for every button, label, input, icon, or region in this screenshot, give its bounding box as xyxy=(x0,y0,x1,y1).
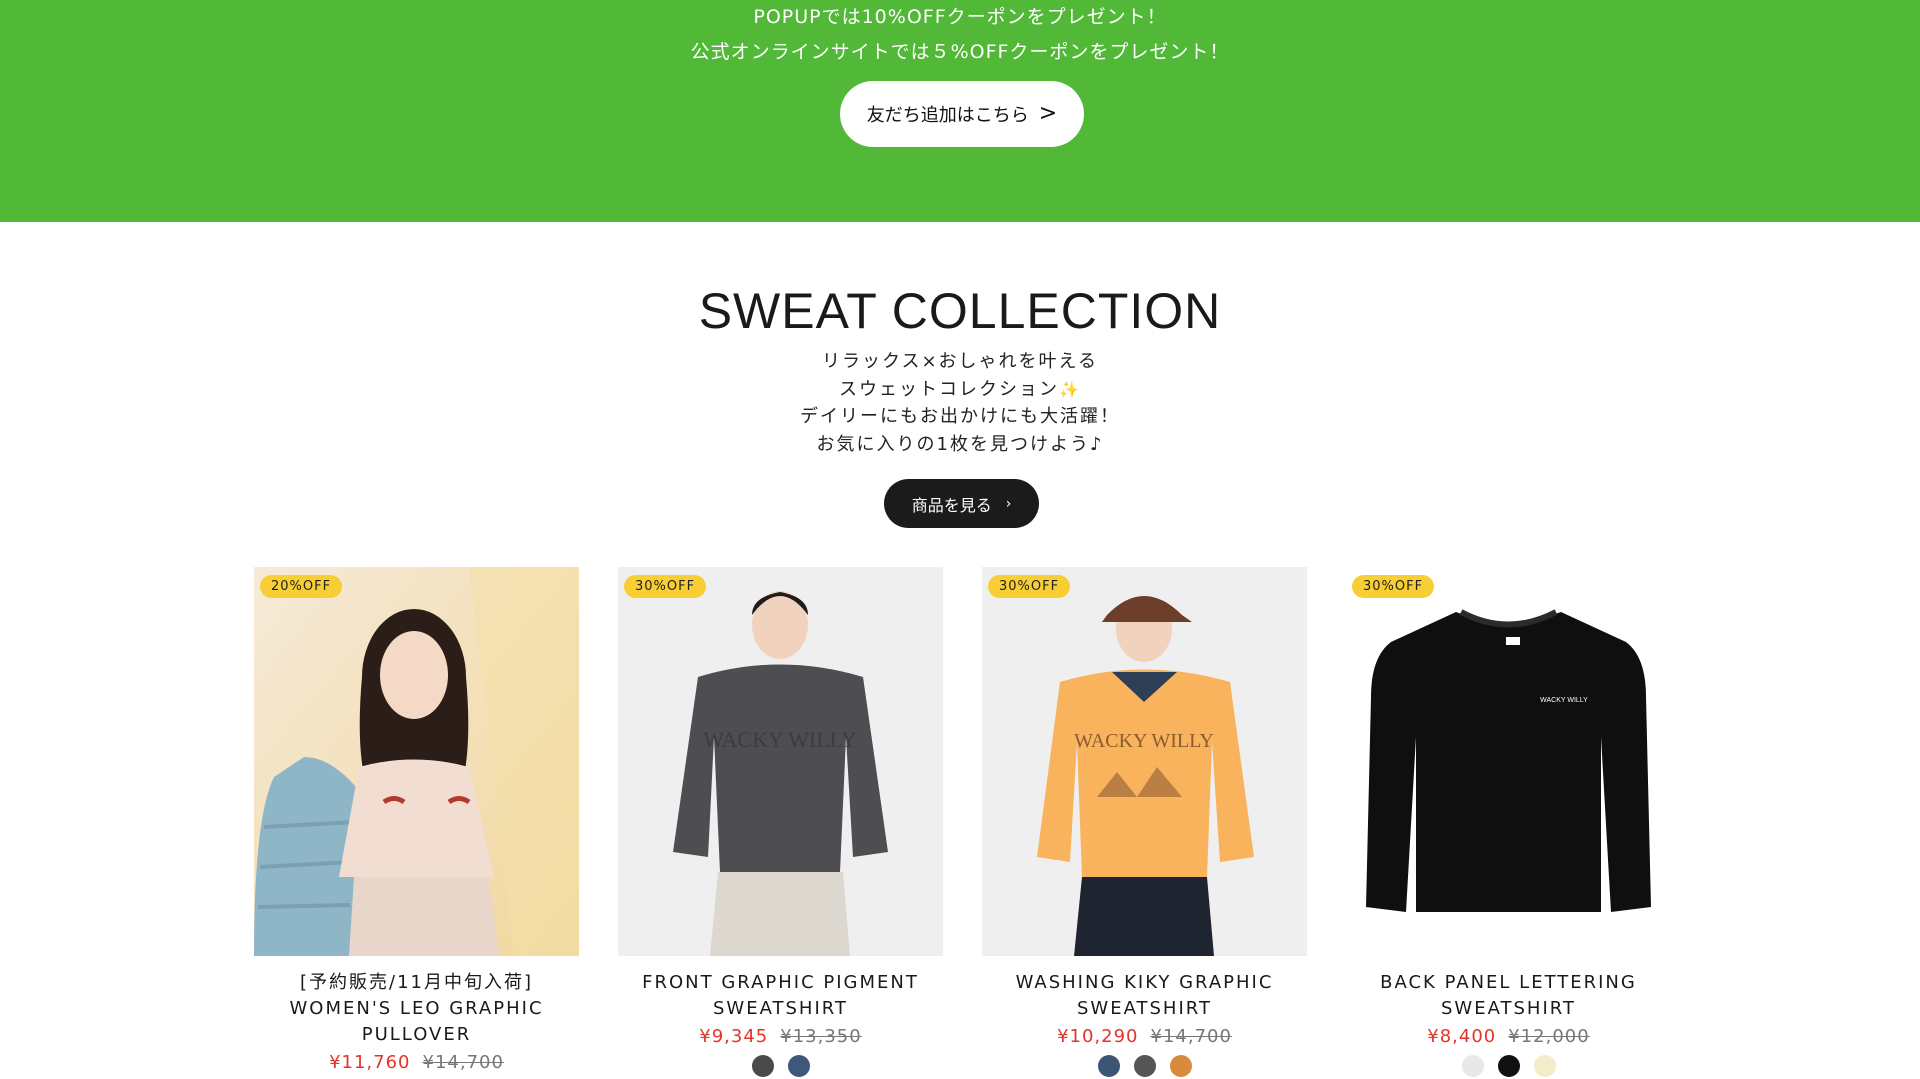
chevron-right-icon: › xyxy=(1005,495,1012,512)
description-line: スウェットコレクション✨ xyxy=(839,378,1081,400)
add-friend-button-label: 友だち追加はこちら xyxy=(866,105,1029,126)
product-name[interactable]: BACK PANEL LETTERING SWEATSHIRT xyxy=(1346,970,1671,1022)
section-description: リラックス×おしゃれを叶える スウェットコレクション✨ デイリーにもお出かけにも… xyxy=(0,348,1920,458)
color-swatches xyxy=(618,1055,943,1077)
product-name[interactable]: [予約販売/11月中旬入荷] WOMEN'S LEO GRAPHIC PULLO… xyxy=(254,970,579,1048)
product-price: ¥10,290 ¥14,700 xyxy=(982,1026,1307,1047)
chevron-right-icon: > xyxy=(1038,101,1058,126)
original-price: ¥14,700 xyxy=(1150,1026,1232,1047)
product-photo-black-sweatshirt: WACKY WILLY xyxy=(1346,567,1671,956)
color-swatch[interactable] xyxy=(1133,1055,1156,1077)
product-card[interactable]: WACKY WILLY 30%OFF WASHING KIKY GRAPHIC … xyxy=(982,567,1307,1077)
banner-online-coupon-text: 公式オンラインサイトでは５%OFFクーポンをプレゼント！ xyxy=(690,41,1230,63)
description-line: お気に入りの1枚を見つけよう♪ xyxy=(816,433,1104,455)
add-friend-button[interactable]: 友だち追加はこちら > xyxy=(840,81,1084,147)
original-price: ¥12,000 xyxy=(1508,1026,1590,1047)
product-name[interactable]: FRONT GRAPHIC PIGMENT SWEATSHIRT xyxy=(618,970,943,1022)
color-swatch[interactable] xyxy=(1497,1055,1520,1077)
svg-text:WACKY WILLY: WACKY WILLY xyxy=(1074,730,1214,752)
product-photo-woman-pullover xyxy=(254,567,579,956)
color-swatches xyxy=(1346,1055,1671,1077)
color-swatch[interactable] xyxy=(751,1055,774,1077)
product-image[interactable]: WACKY WILLY 30%OFF xyxy=(1346,567,1671,956)
color-swatch[interactable] xyxy=(1097,1055,1120,1077)
color-swatch[interactable] xyxy=(1533,1055,1556,1077)
view-products-label: 商品を見る xyxy=(911,495,992,515)
sale-price: ¥9,345 xyxy=(699,1026,769,1047)
product-name[interactable]: WASHING KIKY GRAPHIC SWEATSHIRT xyxy=(982,970,1307,1022)
color-swatch[interactable] xyxy=(787,1055,810,1077)
description-line: デイリーにもお出かけにも大活躍！ xyxy=(800,406,1120,427)
discount-badge: 30%OFF xyxy=(1352,575,1435,598)
product-card[interactable]: WACKY WILLY 30%OFF BACK PANEL LETTERING … xyxy=(1346,567,1671,1077)
product-card[interactable]: 20%OFF [予約販売/11月中旬入荷] WOMEN'S LEO GRAPHI… xyxy=(254,567,579,1073)
product-price: ¥8,400 ¥12,000 xyxy=(1346,1026,1671,1047)
view-products-button[interactable]: 商品を見る › xyxy=(884,479,1039,528)
discount-badge: 20%OFF xyxy=(260,575,343,598)
svg-text:WACKY WILLY: WACKY WILLY xyxy=(1540,697,1588,704)
discount-badge: 30%OFF xyxy=(624,575,707,598)
product-photo-gray-sweatshirt: WACKY WILLY xyxy=(618,567,943,956)
color-swatches xyxy=(982,1055,1307,1077)
color-swatch[interactable] xyxy=(1461,1055,1484,1077)
banner-popup-coupon-text: POPUPでは10%OFFクーポンをプレゼント！ xyxy=(753,6,1167,28)
product-price: ¥11,760 ¥14,700 xyxy=(254,1052,579,1073)
description-line: リラックス×おしゃれを叶える xyxy=(821,351,1098,372)
product-image[interactable]: 20%OFF xyxy=(254,567,579,956)
product-image[interactable]: WACKY WILLY 30%OFF xyxy=(982,567,1307,956)
original-price: ¥13,350 xyxy=(780,1026,862,1047)
color-swatch[interactable] xyxy=(1169,1055,1192,1077)
product-image[interactable]: WACKY WILLY 30%OFF xyxy=(618,567,943,956)
sale-price: ¥10,290 xyxy=(1057,1026,1139,1047)
product-price: ¥9,345 ¥13,350 xyxy=(618,1026,943,1047)
sale-price: ¥11,760 xyxy=(329,1052,411,1073)
line-friend-banner: POPUPでは10%OFFクーポンをプレゼント！ 公式オンラインサイトでは５%O… xyxy=(0,0,1920,222)
original-price: ¥14,700 xyxy=(422,1052,504,1073)
product-card[interactable]: WACKY WILLY 30%OFF FRONT GRAPHIC PIGMENT… xyxy=(618,567,943,1077)
discount-badge: 30%OFF xyxy=(988,575,1071,598)
svg-text:WACKY WILLY: WACKY WILLY xyxy=(703,727,857,752)
section-title: SWEAT COLLECTION xyxy=(698,283,1222,339)
sale-price: ¥8,400 xyxy=(1427,1026,1497,1047)
product-photo-orange-sweatshirt: WACKY WILLY xyxy=(982,567,1307,956)
sparkle-icon: ✨ xyxy=(1059,379,1081,399)
